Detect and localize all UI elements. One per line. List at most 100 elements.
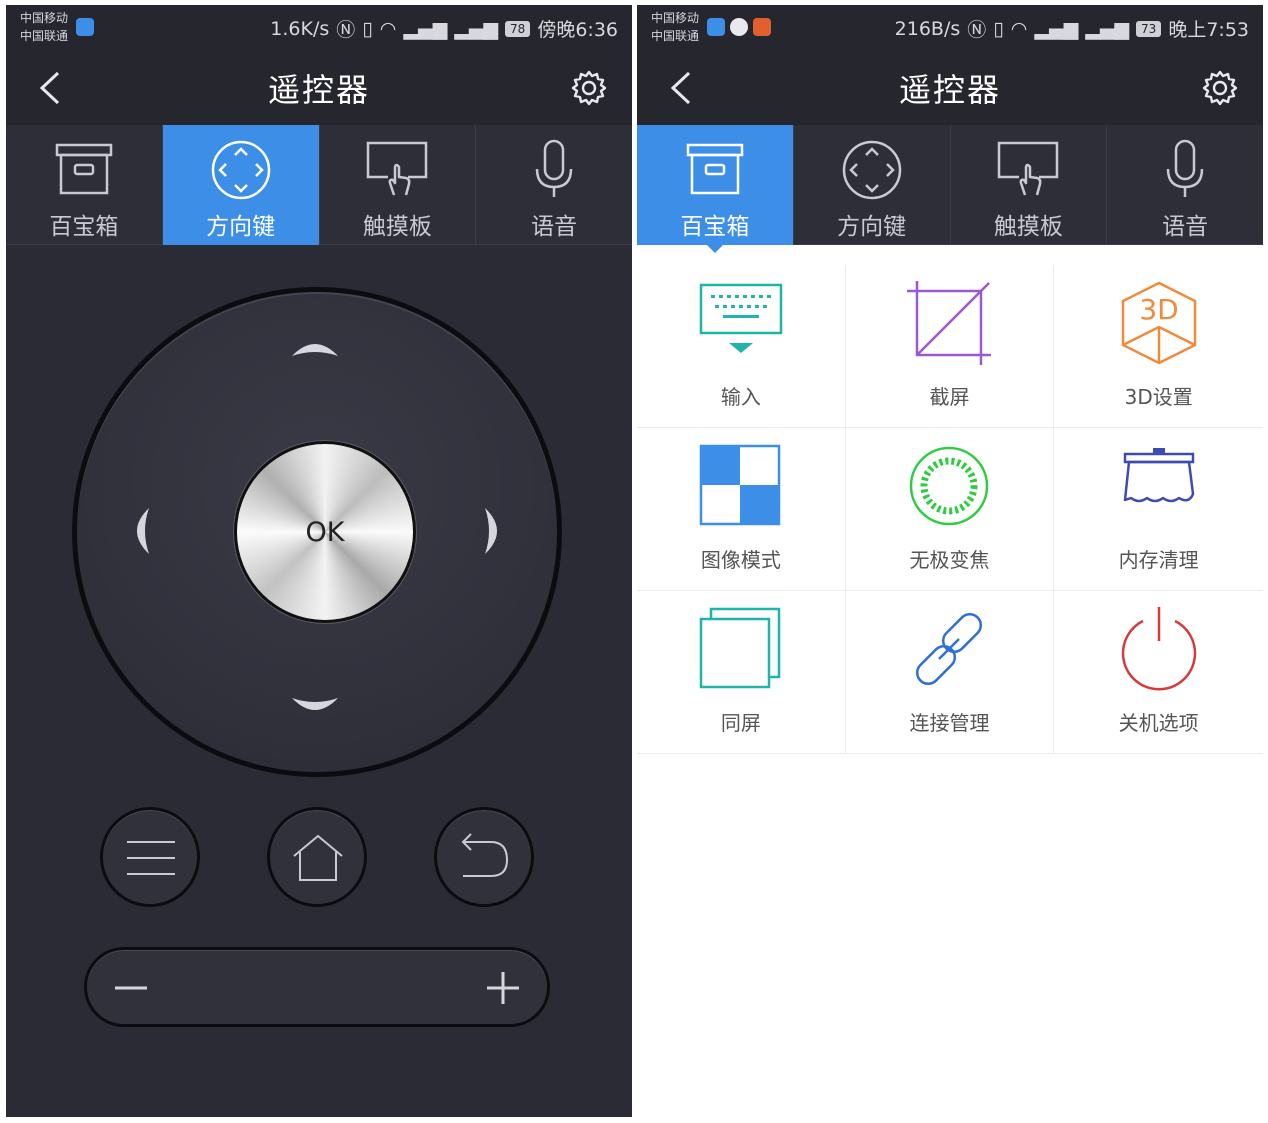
tool-screenshot[interactable]: 截屏 — [845, 265, 1055, 428]
right-screen: 中国移动 中国联通 216B/s Ⓝ ▯ ◠ ▂▄▆ ▂▄▆ 73 晚上7:53… — [637, 5, 1263, 1117]
status-right: 1.6K/s Ⓝ ▯ ◠ ▂▄▆ ▂▄▆ 78 傍晚6:36 — [270, 15, 618, 42]
message-notification-icon — [730, 18, 748, 36]
ok-button[interactable]: OK — [237, 444, 413, 620]
battery-indicator: 73 — [1136, 20, 1162, 37]
toolbox-grid: 输入 截屏 3D 3D设置 图像模式 无极变焦 内存清理 同屏 连接管理 关机选… — [637, 265, 1263, 754]
gear-icon[interactable] — [570, 69, 608, 107]
battery-indicator: 78 — [505, 20, 531, 37]
dpad-icon — [211, 140, 270, 200]
home-icon — [293, 834, 343, 881]
crop-icon — [907, 281, 992, 365]
tool-label: 输入 — [720, 385, 761, 409]
carrier-1: 中国移动 — [651, 11, 700, 25]
tab-label: 百宝箱 — [49, 214, 119, 240]
power-icon — [1121, 607, 1196, 691]
tool-label: 3D设置 — [1124, 385, 1193, 409]
carrier-1: 中国移动 — [20, 11, 69, 25]
zoom-ring-icon — [910, 446, 989, 526]
3d-cube-icon: 3D — [1121, 281, 1196, 365]
carrier-2: 中国联通 — [20, 29, 69, 43]
tool-input[interactable]: 输入 — [637, 265, 846, 428]
title-bar: 遥控器 — [6, 51, 632, 125]
tab-label: 语音 — [531, 214, 578, 240]
volume-down-button[interactable] — [111, 968, 151, 1008]
network-speed: 1.6K/s — [270, 17, 330, 40]
tab-label: 方向键 — [837, 214, 907, 240]
left-screen: 中国移动 中国联通 1.6K/s Ⓝ ▯ ◠ ▂▄▆ ▂▄▆ 78 傍晚6:36… — [6, 5, 632, 1117]
keyboard-icon — [699, 283, 783, 353]
tool-3d-settings[interactable]: 3D 3D设置 — [1054, 265, 1263, 428]
tab-label: 语音 — [1162, 214, 1209, 240]
tool-zoom[interactable]: 无极变焦 — [845, 428, 1055, 591]
return-arrow-icon — [461, 833, 509, 877]
up-arrow-button[interactable] — [290, 332, 340, 362]
title-bar: 遥控器 — [637, 51, 1263, 125]
status-right: 216B/s Ⓝ ▯ ◠ ▂▄▆ ▂▄▆ 73 晚上7:53 — [895, 15, 1249, 42]
tab-label: 触摸板 — [993, 214, 1063, 240]
tool-connection[interactable]: 连接管理 — [845, 591, 1055, 754]
tab-touchpad[interactable]: 触摸板 — [319, 125, 477, 245]
clock: 傍晚6:36 — [537, 19, 618, 41]
svg-text:3D: 3D — [1139, 293, 1178, 326]
signal-4g-icon: ▂▄▆ — [1085, 17, 1130, 40]
gear-icon[interactable] — [1201, 69, 1239, 107]
notification-icons — [707, 18, 771, 36]
app-notification-icon — [707, 18, 725, 36]
menu-lines-icon — [127, 841, 175, 875]
tool-label: 连接管理 — [909, 711, 990, 735]
tab-label: 百宝箱 — [680, 214, 750, 240]
archive-box-icon — [55, 143, 113, 195]
vibrate-icon: ▯ — [362, 17, 373, 40]
nfc-icon: Ⓝ — [967, 19, 987, 41]
mirror-screen-icon — [699, 607, 781, 689]
home-button[interactable] — [267, 807, 367, 907]
left-arrow-button[interactable] — [125, 506, 155, 556]
tab-toolbox[interactable]: 百宝箱 — [637, 125, 794, 253]
touchpad-icon — [998, 141, 1059, 196]
tool-mirror-screen[interactable]: 同屏 — [637, 591, 846, 754]
carrier-info: 中国移动 中国联通 — [20, 9, 68, 45]
page-title: 遥控器 — [898, 71, 1001, 109]
wifi-icon: ◠ — [1010, 17, 1028, 40]
tab-voice[interactable]: 语音 — [1107, 125, 1263, 245]
app-notification-icon — [76, 18, 94, 36]
tool-image-mode[interactable]: 图像模式 — [637, 428, 846, 591]
image-mode-icon — [699, 444, 781, 526]
tab-touchpad[interactable]: 触摸板 — [950, 125, 1108, 245]
volume-up-button[interactable] — [483, 968, 523, 1008]
mode-tabs: 百宝箱 方向键 触摸板 语音 — [637, 125, 1263, 253]
status-bar: 中国移动 中国联通 216B/s Ⓝ ▯ ◠ ▂▄▆ ▂▄▆ 73 晚上7:53 — [637, 5, 1263, 51]
notification-icons — [76, 18, 94, 36]
return-button[interactable] — [434, 807, 534, 907]
tab-toolbox[interactable]: 百宝箱 — [6, 125, 163, 245]
down-arrow-button[interactable] — [290, 692, 340, 722]
tab-label: 方向键 — [206, 214, 276, 240]
tool-memory-clean[interactable]: 内存清理 — [1054, 428, 1263, 591]
tab-voice[interactable]: 语音 — [476, 125, 632, 245]
tab-dpad[interactable]: 方向键 — [793, 125, 951, 245]
page-title: 遥控器 — [267, 71, 370, 109]
volume-bar — [84, 947, 550, 1027]
tool-label: 无极变焦 — [909, 548, 990, 572]
tool-label: 图像模式 — [700, 548, 781, 572]
carrier-info: 中国移动 中国联通 — [651, 9, 699, 45]
tool-label: 关机选项 — [1118, 711, 1199, 735]
right-arrow-button[interactable] — [479, 506, 509, 556]
mode-tabs: 百宝箱 方向键 触摸板 语音 — [6, 125, 632, 253]
signal-icon: ▂▄▆ — [403, 17, 448, 40]
microphone-icon — [535, 139, 573, 197]
tool-label: 同屏 — [720, 711, 761, 735]
memory-clean-icon — [1123, 448, 1194, 503]
signal-icon: ▂▄▆ — [1034, 17, 1079, 40]
clock: 晚上7:53 — [1168, 19, 1249, 41]
tool-label: 截屏 — [929, 385, 970, 409]
microphone-icon — [1166, 139, 1204, 197]
tool-label: 内存清理 — [1118, 548, 1199, 572]
tool-power-options[interactable]: 关机选项 — [1054, 591, 1263, 754]
menu-button[interactable] — [100, 807, 200, 907]
tab-dpad[interactable]: 方向键 — [162, 125, 320, 253]
dpad-ring: OK — [72, 287, 562, 777]
network-speed: 216B/s — [894, 17, 961, 40]
video-notification-icon — [753, 18, 771, 36]
nfc-icon: Ⓝ — [336, 19, 356, 41]
